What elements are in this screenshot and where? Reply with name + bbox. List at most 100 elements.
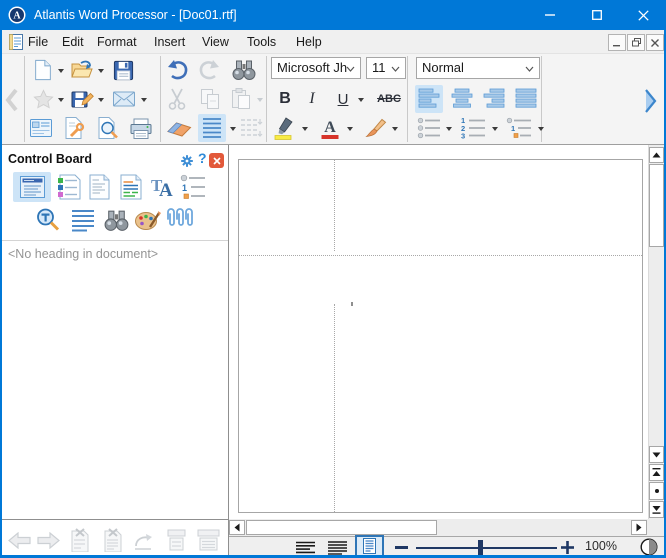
print-layout-view-button[interactable] [355, 535, 384, 557]
open-button[interactable] [69, 57, 95, 83]
print-preview-button[interactable] [94, 115, 122, 141]
zoom-slider-thumb[interactable] [478, 540, 483, 555]
online-view-button[interactable] [326, 540, 348, 555]
toolbar-scroll-right-button[interactable] [641, 86, 661, 116]
numbered-list-button[interactable]: 123 [457, 115, 489, 141]
scroll-right-button[interactable] [631, 520, 647, 535]
outline-pane-button[interactable]: 1 [179, 173, 207, 201]
font-color-button[interactable]: A [316, 115, 344, 141]
favorites-dropdown[interactable] [56, 86, 66, 112]
select-browse-object-button[interactable] [649, 482, 664, 500]
previous-page-button[interactable] [649, 464, 664, 481]
zoom-out-button[interactable] [395, 546, 408, 549]
clips-pane-button[interactable] [164, 206, 194, 234]
italic-button[interactable]: I [303, 86, 321, 112]
style-combo[interactable]: Normal [416, 57, 540, 79]
align-justify-button[interactable] [512, 85, 540, 113]
redo-button[interactable] [196, 57, 224, 83]
new-document-button[interactable] [30, 57, 56, 83]
sort-paragraphs-button[interactable] [238, 115, 266, 141]
remove-all-bookmarks-button[interactable] [101, 528, 125, 552]
menu-view[interactable]: View [202, 34, 229, 51]
fields-pane-button[interactable] [117, 173, 145, 201]
print-button[interactable] [127, 115, 155, 141]
document-properties-button[interactable] [27, 115, 55, 141]
horizontal-scroll-thumb[interactable] [246, 520, 437, 535]
panel-close-button[interactable] [209, 153, 224, 168]
cut-button[interactable] [163, 86, 191, 112]
menu-insert[interactable]: Insert [154, 34, 185, 51]
scroll-up-button[interactable] [649, 147, 664, 163]
scroll-left-button[interactable] [229, 520, 245, 535]
email-button[interactable] [110, 86, 138, 112]
mdi-close-button[interactable] [646, 34, 664, 51]
menu-help[interactable]: Help [296, 34, 322, 51]
draft-view-button[interactable] [294, 540, 316, 555]
underline-button[interactable]: U [332, 86, 354, 112]
remove-bookmark-button[interactable] [68, 528, 92, 552]
document-options-button[interactable] [61, 115, 89, 141]
font-color-dropdown[interactable] [345, 115, 355, 141]
document-workspace[interactable] [229, 145, 648, 519]
help-icon[interactable]: ? [198, 150, 207, 166]
font-size-combo[interactable]: 11 [366, 57, 406, 79]
open-dropdown[interactable] [96, 57, 106, 83]
document-page[interactable] [238, 159, 643, 513]
save-as-dropdown[interactable] [96, 86, 106, 112]
zoom-in-button[interactable] [560, 540, 575, 555]
scroll-down-button[interactable] [649, 446, 664, 463]
highlight-button[interactable] [271, 115, 299, 141]
mdi-restore-button[interactable] [627, 34, 645, 51]
formatting-marks-dropdown[interactable] [228, 115, 238, 141]
format-painter-dropdown[interactable] [390, 115, 400, 141]
zoom-pane-button[interactable] [34, 206, 62, 234]
menu-edit[interactable]: Edit [62, 34, 84, 51]
headings-pane-button[interactable] [13, 172, 51, 202]
font-name-combo[interactable]: Microsoft Jh [271, 57, 361, 79]
bookmarks-pane-button[interactable] [55, 173, 83, 201]
copy-button[interactable] [196, 86, 224, 112]
goto-last-edit-button[interactable] [132, 531, 154, 551]
menu-file[interactable]: File [28, 34, 48, 51]
paste-dropdown[interactable] [255, 86, 265, 112]
menu-tools[interactable]: Tools [247, 34, 276, 51]
styles-pane-button[interactable] [86, 173, 112, 201]
zoom-slider-track[interactable] [416, 547, 557, 549]
undo-button[interactable] [163, 57, 191, 83]
paragraph-pane-button[interactable] [69, 206, 97, 234]
next-page-button[interactable] [649, 501, 664, 518]
forward-button[interactable] [37, 532, 60, 549]
align-right-button[interactable] [480, 85, 508, 113]
minimize-button[interactable] [527, 0, 572, 30]
highlight-dropdown[interactable] [300, 115, 310, 141]
save-as-button[interactable] [69, 86, 95, 112]
formatting-marks-button[interactable] [198, 114, 226, 142]
strikethrough-button[interactable]: ABC [373, 86, 405, 112]
vertical-scroll-thumb[interactable] [649, 164, 664, 247]
underline-dropdown[interactable] [356, 86, 366, 112]
multilevel-list-dropdown[interactable] [536, 115, 546, 141]
gear-icon[interactable] [180, 154, 194, 168]
toolbar-scroll-left-button[interactable] [2, 86, 20, 114]
colors-pane-button[interactable] [133, 206, 163, 234]
horizontal-scrollbar[interactable] [229, 519, 648, 536]
search-pane-button[interactable] [101, 206, 131, 234]
fonts-pane-button[interactable]: TA [149, 173, 177, 201]
bold-button[interactable]: B [274, 86, 296, 112]
new-document-dropdown[interactable] [56, 57, 66, 83]
previous-bookmark-button[interactable] [165, 528, 188, 552]
vertical-scrollbar[interactable] [648, 145, 664, 519]
save-button[interactable] [110, 57, 136, 83]
bullet-list-button[interactable] [414, 115, 444, 141]
menu-format[interactable]: Format [97, 34, 137, 51]
back-button[interactable] [8, 532, 31, 549]
close-button[interactable] [621, 0, 666, 30]
align-left-button[interactable] [415, 85, 443, 113]
numbered-list-dropdown[interactable] [490, 115, 500, 141]
maximize-button[interactable] [574, 0, 619, 30]
mdi-minimize-button[interactable] [608, 34, 626, 51]
favorites-button[interactable] [30, 86, 56, 112]
bullet-list-dropdown[interactable] [444, 115, 454, 141]
format-painter-button[interactable] [360, 115, 390, 141]
align-center-button[interactable] [448, 85, 476, 113]
